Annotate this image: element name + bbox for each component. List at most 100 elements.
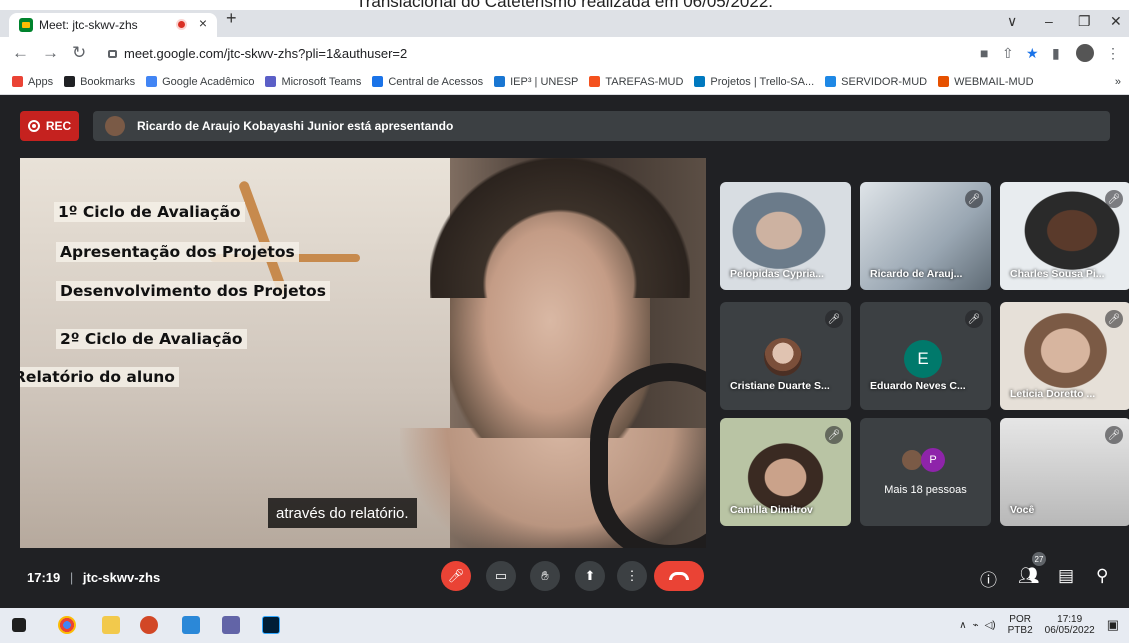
present-screen-icon[interactable]: ⬆ <box>575 561 605 591</box>
muted-mic-icon: 🎤︎ <box>1105 190 1123 208</box>
microphone-off-icon[interactable]: 🎤︎ <box>441 561 471 591</box>
bookmark-item[interactable]: Projetos | Trello-SA... <box>694 76 814 88</box>
tray-network-icon[interactable]: ⌁ <box>973 620 979 631</box>
bookmark-icon <box>64 76 76 87</box>
file-explorer-icon[interactable] <box>102 616 120 634</box>
participant-initial-avatar: P <box>921 448 945 472</box>
browser-tab-bar: Meet: jtc-skwv-zhs × + ∨ – ❐ ✕ <box>0 8 1129 37</box>
profile-avatar-icon[interactable] <box>1076 44 1094 62</box>
participant-initial-avatar: E <box>904 340 942 378</box>
system-tray: ∧ ⌁ ◁) POR PTB2 17:19 06/05/2022 ▣ <box>959 614 1119 636</box>
bookmark-icon <box>589 76 601 87</box>
participant-tile[interactable]: Cristiane Duarte S... 🎤︎ <box>720 302 851 410</box>
presenting-banner: Ricardo de Araujo Kobayashi Junior está … <box>93 111 1110 141</box>
minimize-button[interactable]: – <box>1045 13 1053 29</box>
browser-tab[interactable]: Meet: jtc-skwv-zhs × <box>9 13 217 37</box>
info-icon[interactable]: ⓘ <box>980 566 997 591</box>
participant-tile[interactable]: Você 🎤︎ <box>1000 418 1129 526</box>
participant-name: Charles Sousa Pi... <box>1010 268 1105 280</box>
raise-hand-icon[interactable]: ✋︎ <box>530 561 560 591</box>
forward-arrow-icon[interactable]: → <box>42 43 59 63</box>
camera-permission-icon[interactable]: ■ <box>980 45 988 61</box>
camera-icon[interactable]: ▭ <box>486 561 516 591</box>
share-icon[interactable]: ⇧ <box>1002 45 1014 62</box>
maximize-button[interactable]: ❐ <box>1078 13 1091 30</box>
bookmark-item[interactable]: Google Acadêmico <box>146 76 254 88</box>
more-participants-label: Mais 18 pessoas <box>884 484 967 496</box>
bookmark-item[interactable]: IEP³ | UNESP <box>494 76 578 88</box>
tray-volume-icon[interactable]: ◁) <box>985 620 996 631</box>
bookmark-label: SERVIDOR-MUD <box>841 75 928 88</box>
language-top: POR <box>1009 614 1031 625</box>
participant-tile[interactable]: Ricardo de Arauj... 🎤︎ <box>860 182 991 290</box>
clock[interactable]: 17:19 06/05/2022 <box>1045 614 1095 636</box>
bookmark-item[interactable]: Bookmarks <box>64 76 135 88</box>
chrome-icon[interactable] <box>58 616 76 634</box>
activities-icon[interactable]: ⚲ <box>1096 566 1108 586</box>
bookmark-star-icon[interactable]: ★ <box>1026 45 1039 62</box>
participant-tile[interactable]: P Mais 18 pessoas <box>860 418 991 526</box>
bookmark-item[interactable]: WEBMAIL-MUD <box>938 76 1034 88</box>
new-tab-button[interactable]: + <box>226 8 237 29</box>
bookmark-label: Projetos | Trello-SA... <box>710 75 815 88</box>
participant-name: Você <box>1010 504 1035 516</box>
notifications-icon[interactable]: ▣ <box>1107 617 1119 633</box>
end-call-button[interactable] <box>654 561 704 591</box>
slide-line: Desenvolvimento dos Projetos <box>56 281 330 301</box>
tray-up-icon[interactable]: ∧ <box>959 620 966 631</box>
participant-tile[interactable]: Charles Sousa Pi... 🎤︎ <box>1000 182 1129 290</box>
presenter-hair <box>430 158 690 298</box>
participant-name: Ricardo de Arauj... <box>870 268 963 280</box>
language-bottom: PTB2 <box>1007 625 1033 636</box>
bookmark-label: IEP³ | UNESP <box>510 75 579 88</box>
more-options-icon[interactable]: ⋮ <box>617 561 647 591</box>
powerpoint-icon[interactable] <box>140 616 158 634</box>
meeting-details[interactable]: 17:19 | jtc-skwv-zhs <box>27 570 160 585</box>
top-caption-strip: Translacional do Cateterismo realizada e… <box>0 0 1129 10</box>
meet-favicon-icon <box>19 18 33 32</box>
tab-close-icon[interactable]: × <box>199 15 207 31</box>
reload-icon[interactable]: ↻ <box>72 43 86 63</box>
record-icon <box>27 120 40 132</box>
bookmark-item[interactable]: SERVIDOR-MUD <box>825 76 927 88</box>
bookmark-item[interactable]: Apps <box>12 76 53 88</box>
app-icon[interactable] <box>222 616 240 634</box>
slide-line: Relatório do aluno <box>20 367 179 387</box>
slide-line: 2º Ciclo de Avaliação <box>56 329 247 349</box>
bookmark-label: Google Acadêmico <box>162 75 255 88</box>
bookmark-label: Central de Acessos <box>388 75 484 88</box>
participant-name: Cristiane Duarte S... <box>730 380 830 392</box>
side-panel-icon[interactable]: ▮ <box>1052 45 1060 62</box>
language-indicator[interactable]: POR PTB2 <box>1008 614 1033 636</box>
muted-mic-icon: 🎤︎ <box>825 426 843 444</box>
muted-mic-icon: 🎤︎ <box>1105 310 1123 328</box>
address-bar[interactable]: meet.google.com/jtc-skwv-zhs?pli=1&authu… <box>102 42 972 64</box>
participant-tile[interactable]: Leticia Doretto ... 🎤︎ <box>1000 302 1129 410</box>
bookmark-item[interactable]: Central de Acessos <box>372 76 483 88</box>
people-icon[interactable]: 👥︎ <box>1018 566 1040 586</box>
bookmark-label: Apps <box>28 75 54 88</box>
caption-text: Translacional do Cateterismo realizada e… <box>355 0 774 10</box>
participant-tile[interactable]: Pelopidas Cypria... <box>720 182 851 290</box>
bookmark-item[interactable]: Microsoft Teams <box>265 76 361 88</box>
back-arrow-icon[interactable]: ← <box>12 43 29 63</box>
menu-kebab-icon[interactable]: ⋮ <box>1106 45 1120 62</box>
bookmark-label: Microsoft Teams <box>281 75 362 88</box>
lock-icon <box>108 50 117 58</box>
bookmarks-overflow-icon[interactable]: » <box>1115 76 1121 88</box>
browser-toolbar: ← → ↻ meet.google.com/jtc-skwv-zhs?pli=1… <box>0 37 1129 69</box>
participant-tile[interactable]: Camilla Dimitrov 🎤︎ <box>720 418 851 526</box>
slide-line: Apresentação dos Projetos <box>56 242 299 262</box>
participant-tile[interactable]: E Eduardo Neves C... 🎤︎ <box>860 302 991 410</box>
photoshop-icon[interactable] <box>262 616 280 634</box>
windows-start-icon[interactable] <box>12 618 26 632</box>
photos-icon[interactable] <box>182 616 200 634</box>
bookmark-label: TAREFAS-MUD <box>605 75 684 88</box>
tab-search-button[interactable]: ∨ <box>1007 13 1017 30</box>
chat-icon[interactable]: ▤ <box>1058 566 1074 586</box>
close-window-button[interactable]: ✕ <box>1110 13 1122 30</box>
bookmark-item[interactable]: TAREFAS-MUD <box>589 76 683 88</box>
bookmark-icon <box>265 76 277 87</box>
participant-name: Camilla Dimitrov <box>730 504 813 516</box>
more-participants-avatars: P <box>900 448 945 472</box>
